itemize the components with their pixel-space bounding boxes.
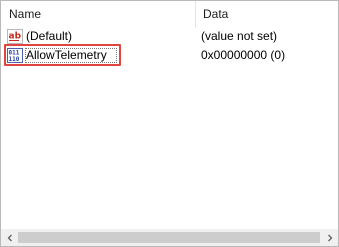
value-data: 0x00000000 (0) xyxy=(201,48,286,62)
column-header-name[interactable]: Name xyxy=(1,1,195,28)
annotation-highlight-box xyxy=(4,44,121,66)
chevron-left-icon xyxy=(7,234,12,241)
horizontal-scrollbar[interactable] xyxy=(1,229,338,246)
registry-values-pane: Name Data ab (Default) (value not set) 0… xyxy=(0,0,339,247)
scroll-right-button[interactable] xyxy=(321,229,338,246)
list-header: Name Data xyxy=(1,1,338,28)
scroll-left-button[interactable] xyxy=(1,229,18,246)
value-data: (value not set) xyxy=(201,29,278,43)
string-value-icon: ab xyxy=(7,29,23,44)
chevron-right-icon xyxy=(327,234,332,241)
column-header-data[interactable]: Data xyxy=(195,1,338,28)
scrollbar-thumb[interactable] xyxy=(18,232,320,243)
